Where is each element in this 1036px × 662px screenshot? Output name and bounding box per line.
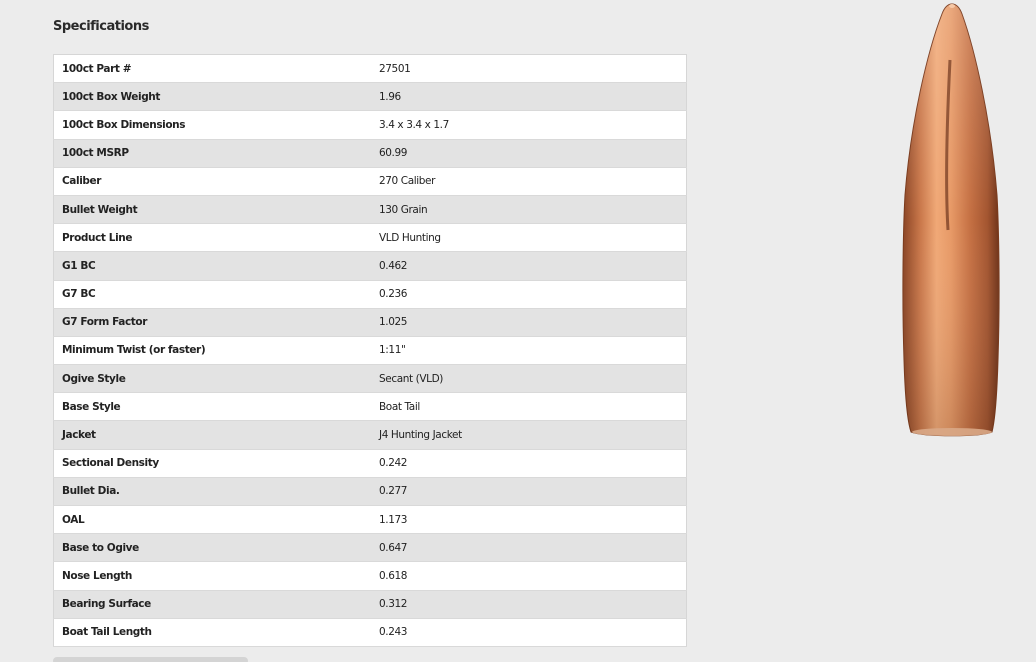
spec-label: Nose Length [53, 561, 371, 591]
spec-row: 100ct MSRP 60.99 [53, 139, 687, 168]
spec-row: Nose Length 0.618 [53, 561, 687, 591]
horizontal-scrollbar[interactable] [53, 657, 248, 662]
spec-value: 0.243 [371, 618, 687, 647]
spec-value: 0.312 [371, 590, 687, 619]
spec-value: 0.277 [371, 477, 687, 507]
spec-label: Ogive Style [53, 364, 371, 394]
spec-label: G1 BC [53, 251, 371, 281]
spec-value: 1.96 [371, 82, 687, 112]
spec-label: Base Style [53, 392, 371, 422]
spec-label: Bearing Surface [53, 590, 371, 619]
spec-row: Sectional Density 0.242 [53, 449, 687, 478]
spec-label: Base to Ogive [53, 533, 371, 563]
spec-label: OAL [53, 505, 371, 535]
bullet-product-image [895, 0, 1010, 445]
spec-label: 100ct MSRP [53, 139, 371, 168]
spec-label: Caliber [53, 167, 371, 196]
spec-row: G7 BC 0.236 [53, 280, 687, 309]
spec-label: Product Line [53, 223, 371, 253]
spec-label: G7 Form Factor [53, 308, 371, 337]
spec-value: 0.462 [371, 251, 687, 281]
spec-row: OAL 1.173 [53, 505, 687, 535]
spec-label: 100ct Box Weight [53, 82, 371, 112]
spec-value: 0.618 [371, 561, 687, 591]
spec-row: Ogive Style Secant (VLD) [53, 364, 687, 394]
specifications-table: 100ct Part #27501 100ct Box Weight 1.96 100… [53, 54, 687, 647]
spec-label: Bullet Weight [53, 195, 371, 225]
spec-value: J4 Hunting Jacket [371, 420, 687, 450]
spec-row: 100ct Box Dimensions 3.4 x 3.4 x 1.7 [53, 110, 687, 140]
specifications-table-body: 100ct Part #27501 100ct Box Weight 1.96 100… [53, 54, 687, 647]
spec-value: VLD Hunting [371, 223, 687, 253]
spec-row: Minimum Twist (or faster) 1:11" [53, 336, 687, 366]
spec-row: Caliber 270 Caliber [53, 167, 687, 196]
spec-row: Base to Ogive 0.647 [53, 533, 687, 563]
spec-value: 0.236 [371, 280, 687, 309]
specifications-heading: Specifications [53, 19, 149, 34]
spec-label: 100ct Box Dimensions [53, 110, 371, 140]
spec-row: Boat Tail Length 0.243 [53, 618, 687, 647]
spec-value: 1.173 [371, 505, 687, 535]
spec-row: Bearing Surface 0.312 [53, 590, 687, 619]
spec-row: Jacket J4 Hunting Jacket [53, 420, 687, 450]
spec-value: 1.025 [371, 308, 687, 337]
spec-value: Boat Tail [371, 392, 687, 422]
spec-row: Bullet Weight 130 Grain [53, 195, 687, 225]
spec-label: Boat Tail Length [53, 618, 371, 647]
spec-value: 60.99 [371, 139, 687, 168]
spec-label: 100ct Part # [53, 54, 371, 84]
spec-value: 27501 [371, 54, 687, 84]
spec-value: 3.4 x 3.4 x 1.7 [371, 110, 687, 140]
spec-label: Minimum Twist (or faster) [53, 336, 371, 366]
spec-row: Product Line VLD Hunting [53, 223, 687, 253]
spec-row: Bullet Dia. 0.277 [53, 477, 687, 507]
spec-value: 1:11" [371, 336, 687, 366]
spec-row: G1 BC 0.462 [53, 251, 687, 281]
spec-row: G7 Form Factor 1.025 [53, 308, 687, 337]
spec-row: 100ct Box Weight 1.96 [53, 82, 687, 112]
spec-value: 0.242 [371, 449, 687, 478]
spec-value: Secant (VLD) [371, 364, 687, 394]
spec-value: 0.647 [371, 533, 687, 563]
bullet-icon [902, 3, 1000, 437]
spec-label: Jacket [53, 420, 371, 450]
spec-label: Sectional Density [53, 449, 371, 478]
product-spec-page: Specifications 100ct Part #27501 100ct Bo… [0, 0, 1036, 662]
spec-row: 100ct Part #27501 [53, 54, 687, 84]
spec-label: G7 BC [53, 280, 371, 309]
spec-value: 270 Caliber [371, 167, 687, 196]
spec-value: 130 Grain [371, 195, 687, 225]
spec-label: Bullet Dia. [53, 477, 371, 507]
spec-row: Base Style Boat Tail [53, 392, 687, 422]
